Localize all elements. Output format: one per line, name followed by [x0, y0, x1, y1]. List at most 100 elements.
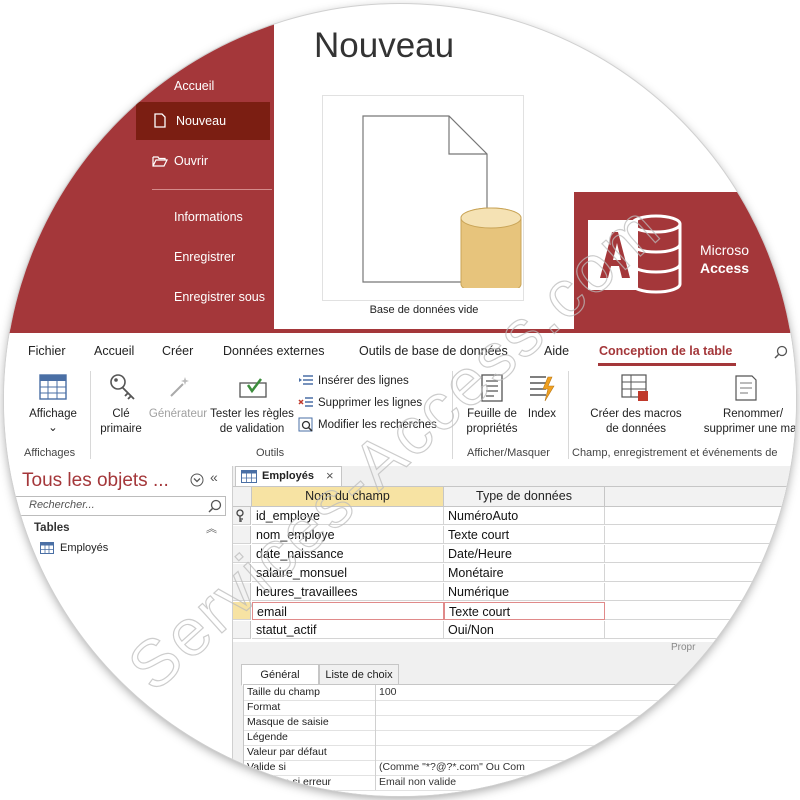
renommer-label-1: Renommer/: [722, 408, 784, 420]
nav-title[interactable]: Tous les objets ...: [22, 470, 169, 492]
blank-database-template[interactable]: [322, 95, 524, 301]
tab-general[interactable]: Général: [241, 664, 319, 686]
supprimer-lignes-button[interactable]: Supprimer les lignes: [296, 395, 446, 413]
insert-rows-icon: [299, 375, 313, 385]
field-type-cell[interactable]: Date/Heure: [444, 545, 605, 563]
backstage-item-accueil[interactable]: Accueil: [174, 67, 284, 105]
tab-aide[interactable]: Aide: [544, 344, 569, 358]
field-name-cell[interactable]: nom_employe: [252, 526, 444, 544]
search-icon[interactable]: [774, 345, 788, 359]
nav-item-employes[interactable]: Employés: [60, 542, 108, 554]
backstage-item-informations[interactable]: Informations: [174, 198, 284, 236]
inserer-lignes-button[interactable]: Insérer des lignes: [296, 373, 446, 391]
nav-collapse-icon[interactable]: «: [210, 469, 218, 485]
cle-primaire-button[interactable]: Clé primaire: [96, 373, 146, 443]
new-document-icon: [154, 113, 166, 128]
field-type-cell[interactable]: Oui/Non: [444, 621, 605, 639]
nav-search-input[interactable]: Rechercher...: [4, 496, 226, 516]
field-name-cell[interactable]: salaire_monsuel: [252, 564, 444, 582]
field-type-cell[interactable]: Monétaire: [444, 564, 605, 582]
field-description-cell[interactable]: [605, 564, 796, 582]
renommer-macro-button[interactable]: Renommer/ supprimer une mac: [698, 373, 796, 443]
field-type-cell[interactable]: NuméroAuto: [444, 507, 605, 525]
property-value[interactable]: (Comme "*?@?*.com" Ou Com: [379, 760, 525, 775]
field-name-cell[interactable]: email: [252, 602, 444, 620]
property-name: Message si erreur: [247, 776, 332, 788]
table-view-icon: [39, 374, 67, 400]
feuille-label-2: propriétés: [466, 423, 518, 435]
access-logo-icon: [584, 208, 684, 298]
field-type-cell[interactable]: Texte court: [444, 526, 605, 544]
field-type-cell[interactable]: Numérique: [444, 583, 605, 601]
affichage-button[interactable]: Affichage ⌄: [24, 373, 82, 443]
renommer-label-2: supprimer une mac: [703, 423, 796, 435]
field-name-cell[interactable]: heures_travaillees: [252, 583, 444, 601]
generateur-button: Générateur: [148, 373, 208, 420]
row-selector-header: [233, 487, 252, 507]
nav-section-tables[interactable]: Tables: [34, 522, 70, 534]
row-selector[interactable]: [233, 526, 251, 544]
row-selector[interactable]: [233, 545, 251, 563]
property-row[interactable]: Légende: [244, 730, 796, 746]
field-description-cell[interactable]: [605, 602, 796, 620]
property-row[interactable]: Message si erreur Email non valide: [244, 775, 796, 791]
backstage-item-enregistrer-sous[interactable]: Enregistrer sous: [174, 278, 284, 316]
chevron-down-icon: ⌄: [48, 422, 58, 434]
index-lightning-icon: [530, 376, 555, 402]
field-description-cell[interactable]: [605, 507, 796, 525]
property-row[interactable]: Valeur par défaut: [244, 745, 796, 761]
property-row[interactable]: Masque de saisie: [244, 715, 796, 731]
feuille-proprietes-button[interactable]: Feuille de propriétés: [460, 373, 524, 443]
tab-creer[interactable]: Créer: [162, 344, 193, 358]
backstage-item-ouvrir[interactable]: Ouvrir: [152, 142, 284, 180]
field-description-cell[interactable]: [605, 526, 796, 544]
search-icon: [208, 499, 222, 513]
property-row[interactable]: Format: [244, 700, 796, 716]
tab-outils-bdd[interactable]: Outils de base de données: [359, 344, 508, 358]
tab-accueil[interactable]: Accueil: [94, 344, 134, 358]
column-header-nom-champ[interactable]: Nom du champ: [252, 487, 444, 507]
tab-fichier[interactable]: Fichier: [28, 344, 66, 358]
index-button[interactable]: Index: [522, 373, 562, 443]
section-collapse-icon[interactable]: ︽: [206, 520, 217, 536]
backstage-item-nouveau[interactable]: Nouveau: [136, 102, 270, 140]
tester-regles-button[interactable]: Tester les règles de validation: [210, 373, 294, 443]
property-value[interactable]: Email non valide: [379, 775, 456, 790]
row-selector[interactable]: [233, 583, 251, 601]
magic-wand-icon: [170, 377, 189, 397]
table-icon: [241, 470, 257, 483]
backstage-item-enregistrer[interactable]: Enregistrer: [174, 238, 284, 276]
property-row[interactable]: Valide si (Comme "*?@?*.com" Ou Com: [244, 760, 796, 776]
primary-key-icon: [236, 509, 244, 522]
field-name-cell[interactable]: id_employe: [252, 507, 444, 525]
property-row[interactable]: Taille du champ 100: [244, 685, 796, 701]
creer-macros-button[interactable]: Créer des macros de données: [580, 373, 692, 443]
template-caption: Base de données vide: [369, 304, 479, 316]
field-description-cell[interactable]: [605, 621, 796, 639]
field-description-cell[interactable]: [605, 583, 796, 601]
group-label-afficher-masquer: Afficher/Masquer: [467, 447, 550, 459]
close-icon[interactable]: ×: [326, 468, 334, 483]
field-description-cell[interactable]: [605, 545, 796, 563]
navigation-pane: Tous les objets ... « Rechercher... Tabl…: [4, 466, 233, 796]
property-value[interactable]: 100: [379, 685, 397, 700]
tab-liste-choix[interactable]: Liste de choix: [319, 664, 399, 686]
nav-dropdown-icon[interactable]: [190, 473, 204, 487]
properties-label: Propr: [671, 642, 696, 653]
field-name-cell[interactable]: statut_actif: [252, 621, 444, 639]
column-header-type-donnees[interactable]: Type de données: [444, 487, 605, 507]
active-tab-underline: [598, 363, 736, 366]
tab-conception-table[interactable]: Conception de la table: [599, 344, 732, 358]
document-tab-employes[interactable]: Employés ×: [235, 466, 342, 487]
modifier-recherches-button[interactable]: Modifier les recherches: [296, 417, 456, 435]
group-label-outils: Outils: [256, 447, 285, 459]
field-type-cell[interactable]: Texte court: [444, 602, 605, 620]
backstage-item-label: Ouvrir: [174, 154, 209, 168]
field-name-cell[interactable]: date_naissance: [252, 545, 444, 563]
tab-donnees-externes[interactable]: Données externes: [223, 344, 324, 358]
supprimer-label: Supprimer les lignes: [318, 397, 423, 409]
row-selector[interactable]: [233, 507, 251, 525]
row-selector[interactable]: [233, 564, 251, 582]
row-selector[interactable]: [233, 602, 251, 620]
row-selector[interactable]: [233, 621, 251, 639]
